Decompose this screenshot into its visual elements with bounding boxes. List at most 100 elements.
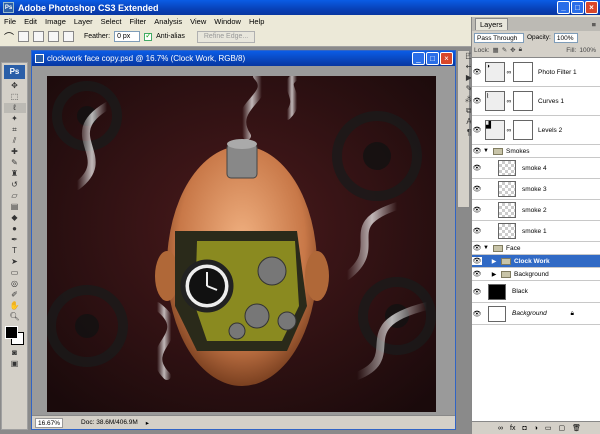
layers-tab[interactable]: Layers — [475, 18, 508, 30]
opacity-input[interactable]: 100% — [553, 32, 578, 43]
hand-tool-icon[interactable]: ✋ — [4, 301, 26, 311]
menu-edit[interactable]: Edit — [24, 17, 37, 26]
foreground-color-swatch[interactable] — [5, 326, 18, 339]
menu-file[interactable]: File — [4, 17, 16, 26]
layer-row-photo-filter[interactable]: 👁︎ ◑ ∞ Photo Filter 1 — [472, 58, 600, 87]
visibility-eye-icon[interactable]: 👁︎ — [472, 257, 482, 265]
group-row-face[interactable]: 👁︎ ▼ Face — [472, 242, 600, 255]
slice-tool-icon[interactable]: ⫽ — [4, 136, 26, 146]
layer-row-levels[interactable]: 👁︎ ▟ ∞ Levels 2 — [472, 116, 600, 145]
zoom-level[interactable]: 16.67% — [35, 417, 64, 428]
healing-brush-icon[interactable]: ✚ — [4, 147, 26, 157]
color-swatches[interactable] — [2, 326, 27, 348]
image-canvas[interactable] — [47, 76, 436, 412]
menu-window[interactable]: Window — [214, 17, 241, 26]
layer-row-curves[interactable]: 👁︎ ⌇ ∞ Curves 1 — [472, 87, 600, 116]
menu-select[interactable]: Select — [101, 17, 122, 26]
group-row-smokes[interactable]: 👁︎ ▼ Smokes — [472, 145, 600, 158]
menu-analysis[interactable]: Analysis — [154, 17, 182, 26]
delete-layer-icon[interactable]: 🗑︎ — [572, 424, 581, 432]
visibility-eye-icon[interactable]: 👁︎ — [472, 227, 482, 235]
doc-minimize-button[interactable]: _ — [412, 52, 425, 65]
gradient-tool-icon[interactable]: ▤ — [4, 202, 26, 212]
visibility-eye-icon[interactable]: 👁︎ — [472, 310, 482, 318]
menu-help[interactable]: Help — [249, 17, 264, 26]
visibility-eye-icon[interactable]: 👁︎ — [472, 126, 482, 134]
lasso-tool-preset-icon[interactable]: ⌒ — [4, 29, 14, 44]
magic-wand-tool-icon[interactable]: ✦ — [4, 114, 26, 124]
eraser-tool-icon[interactable]: ▱ — [4, 191, 26, 201]
clone-stamp-icon[interactable]: ♜ — [4, 169, 26, 179]
adjustment-layer-icon[interactable]: ◑ — [534, 425, 538, 432]
type-tool-icon[interactable]: T — [4, 246, 26, 256]
expand-triangle-icon[interactable]: ▶ — [490, 271, 498, 278]
fill-input[interactable]: 100% — [579, 47, 596, 54]
marquee-tool-icon[interactable]: ⬚ — [4, 92, 26, 102]
new-selection-icon[interactable] — [18, 31, 29, 42]
layer-row-smoke-4[interactable]: 👁︎ smoke 4 — [472, 158, 600, 179]
layer-style-icon[interactable]: fx — [510, 425, 515, 432]
3d-tool-icon[interactable]: ◎ — [4, 279, 26, 289]
layer-mask-thumb[interactable] — [513, 120, 533, 140]
refine-edge-button[interactable]: Refine Edge... — [196, 30, 256, 43]
expand-triangle-icon[interactable]: ▶ — [490, 258, 498, 265]
close-button[interactable]: × — [585, 1, 598, 14]
crop-tool-icon[interactable]: ⌗ — [4, 125, 26, 135]
lock-all-icon[interactable]: 🔒︎ — [519, 46, 522, 54]
visibility-eye-icon[interactable]: 👁︎ — [472, 147, 482, 155]
lock-pixels-icon[interactable]: ✎ — [502, 46, 507, 54]
visibility-eye-icon[interactable]: 👁︎ — [472, 270, 482, 278]
document-titlebar[interactable]: clockwork face copy.psd @ 16.7% (Clock W… — [32, 51, 455, 66]
layer-mask-thumb[interactable] — [513, 62, 533, 82]
screen-mode-icon[interactable]: ▣ — [4, 359, 26, 369]
lock-transparency-icon[interactable]: ▦ — [493, 46, 499, 54]
visibility-eye-icon[interactable]: 👁︎ — [472, 288, 482, 296]
visibility-eye-icon[interactable]: 👁︎ — [472, 97, 482, 105]
history-brush-icon[interactable]: ↺ — [4, 180, 26, 190]
status-arrow-icon[interactable]: ▸ — [146, 419, 149, 427]
layer-row-background[interactable]: 👁︎ Background 🔒︎ — [472, 303, 600, 325]
link-layers-icon[interactable]: ∞ — [498, 425, 503, 432]
eyedropper-tool-icon[interactable]: ✐ — [4, 290, 26, 300]
pen-tool-icon[interactable]: ✒ — [4, 235, 26, 245]
visibility-eye-icon[interactable]: 👁︎ — [472, 68, 482, 76]
layer-row-black[interactable]: 👁︎ Black — [472, 281, 600, 303]
add-selection-icon[interactable] — [33, 31, 44, 42]
dodge-tool-icon[interactable]: ● — [4, 224, 26, 234]
layer-row-smoke-1[interactable]: 👁︎ smoke 1 — [472, 221, 600, 242]
lasso-tool-icon[interactable]: ℓ — [3, 103, 26, 113]
doc-close-button[interactable]: × — [440, 52, 453, 65]
group-row-background[interactable]: 👁︎ ▶ Background — [472, 268, 600, 281]
brush-tool-icon[interactable]: ✎ — [4, 158, 26, 168]
quick-mask-icon[interactable]: ◙ — [4, 348, 26, 358]
feather-input[interactable]: 0 px — [114, 31, 141, 42]
window-titlebar[interactable]: Ps Adobe Photoshop CS3 Extended _ □ × — [0, 0, 600, 15]
layer-mask-thumb[interactable] — [513, 91, 533, 111]
layer-row-smoke-3[interactable]: 👁︎ smoke 3 — [472, 179, 600, 200]
minimize-button[interactable]: _ — [557, 1, 570, 14]
visibility-eye-icon[interactable]: 👁︎ — [472, 164, 482, 172]
menu-image[interactable]: Image — [45, 17, 66, 26]
group-row-clock-work[interactable]: 👁︎ ▶ Clock Work — [472, 255, 600, 268]
menu-layer[interactable]: Layer — [74, 17, 93, 26]
new-group-icon[interactable]: ▭ — [545, 424, 552, 432]
intersect-selection-icon[interactable] — [63, 31, 74, 42]
expand-triangle-icon[interactable]: ▼ — [482, 148, 490, 154]
visibility-eye-icon[interactable]: 👁︎ — [472, 206, 482, 214]
zoom-tool-icon[interactable]: 🔍︎ — [4, 312, 26, 322]
visibility-eye-icon[interactable]: 👁︎ — [472, 244, 482, 252]
menu-view[interactable]: View — [190, 17, 206, 26]
subtract-selection-icon[interactable] — [48, 31, 59, 42]
blur-tool-icon[interactable]: ◆ — [4, 213, 26, 223]
antialias-checkbox[interactable] — [144, 31, 153, 41]
visibility-eye-icon[interactable]: 👁︎ — [472, 185, 482, 193]
layer-row-smoke-2[interactable]: 👁︎ smoke 2 — [472, 200, 600, 221]
menu-filter[interactable]: Filter — [130, 17, 147, 26]
panel-menu-icon[interactable]: ≡ — [592, 20, 596, 29]
shape-tool-icon[interactable]: ▭ — [4, 268, 26, 278]
maximize-button[interactable]: □ — [571, 1, 584, 14]
doc-maximize-button[interactable]: □ — [426, 52, 439, 65]
blend-mode-select[interactable]: Pass Through — [474, 32, 524, 43]
lock-position-icon[interactable]: ✥ — [510, 46, 515, 54]
path-select-icon[interactable]: ➤ — [4, 257, 26, 267]
